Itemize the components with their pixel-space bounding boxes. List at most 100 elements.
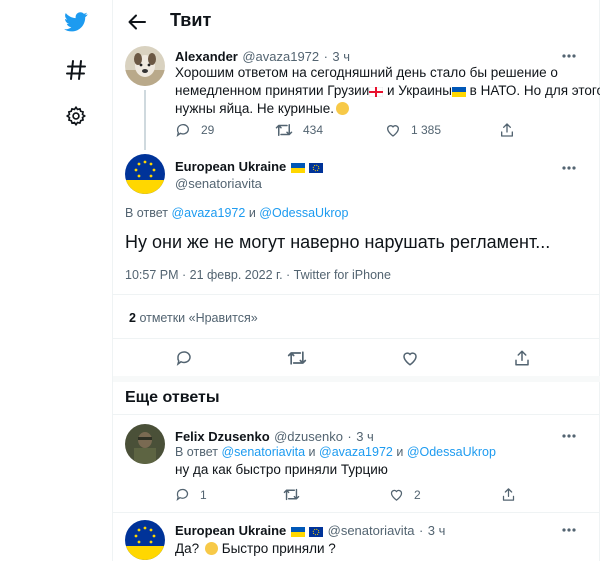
mention-link[interactable]: @avaza1972 [171,206,245,220]
monocle-face-emoji-icon [204,542,218,555]
mention-link[interactable]: @OdessaUkrop [407,445,496,459]
like-count: 2 [414,487,421,502]
eu-flag-icon [309,163,324,173]
thread-line [144,90,146,150]
tweet-text-part: нужны яйца. Не куриные. [175,101,335,116]
more-icon[interactable] [561,428,577,444]
tweet-text-part: Да? [175,541,200,556]
tweet-text: Да? Быстро приняли ? [175,540,336,558]
share-icon [501,123,513,137]
tweet-timestamp[interactable]: 10:57 PM · 21 февр. 2022 г. · Twitter fo… [125,268,391,282]
divider [113,294,600,295]
thinking-face-emoji-icon [336,102,350,115]
author-name[interactable]: Alexander [175,49,238,64]
retweet-button[interactable]: 434 [275,122,323,138]
divider [113,512,600,513]
share-icon [515,350,529,366]
reply-button[interactable] [175,349,193,367]
author-name[interactable]: Felix Dzusenko [175,429,270,444]
author-row: European Ukraine [175,158,324,176]
tweet-time[interactable]: 3 ч [332,49,350,64]
more-icon[interactable] [561,48,577,64]
retweet-button[interactable] [287,349,307,367]
reply-and: и [396,445,404,459]
divider [113,414,600,415]
author-handle[interactable]: @dzusenko [274,429,343,444]
mention-link[interactable]: @OdessaUkrop [259,206,348,220]
tweet-time[interactable]: 3 ч [356,429,374,444]
back-arrow-icon[interactable] [125,10,149,34]
tweet-text-line: Хорошим ответом на сегодняшний день стал… [175,65,558,80]
georgia-flag-icon [369,87,384,97]
divider [113,338,600,339]
ukraine-flag-icon [290,163,305,173]
reply-icon [176,124,189,137]
mention-link[interactable]: @avaza1972 [319,445,393,459]
retweet-icon [287,351,307,365]
tweet-text: Ну они же не могут наверно нарушать регл… [125,232,551,252]
avatar[interactable] [125,520,165,560]
avatar[interactable] [125,154,165,194]
retweet-icon [283,488,300,501]
like-button[interactable]: 1 385 [385,122,441,138]
mention-link[interactable]: @senatoriavita [221,445,305,459]
author-handle[interactable]: @avaza1972 [242,49,319,64]
like-button[interactable]: 2 [389,487,421,502]
page-title: Твит [170,10,212,30]
tweet-meta: European Ukraine @senatoriavita · 3 ч [175,523,446,538]
author-name[interactable]: European Ukraine [175,159,286,174]
reply-context: В ответ @avaza1972 и @OdessaUkrop [125,206,348,220]
reply-button[interactable]: 29 [175,122,214,138]
eu-flag-icon [309,527,324,537]
reply-button[interactable]: 1 [175,487,207,502]
reply-and: и [308,445,316,459]
header: Твит [113,0,600,42]
ukraine-flag-icon [290,527,305,537]
share-button[interactable] [513,349,531,367]
tweet-text-part: немедленном принятии Грузии [175,83,370,98]
avatar[interactable] [125,424,165,464]
like-icon [390,489,403,501]
share-icon [502,488,515,501]
like-count: 1 385 [411,123,442,137]
likes-label: отметки «Нравится» [139,311,258,325]
tweet-text-part: и Украины [387,83,452,98]
like-button[interactable] [401,349,419,367]
reply-context: В ответ @senatoriavita и @avaza1972 и @O… [175,445,496,459]
twitter-logo-icon[interactable] [62,8,90,36]
hashtag-icon[interactable] [62,56,90,84]
likes-count: 2 [129,311,136,325]
author-name[interactable]: European Ukraine [175,523,286,538]
tweet-text: Хорошим ответом на сегодняшний день стал… [175,64,600,118]
likes-summary[interactable]: 2 отметки «Нравится» [129,311,258,325]
more-icon[interactable] [561,522,577,538]
more-replies-title: Еще ответы [125,389,220,406]
tweet-text: ну да как быстро приняли Турцию [175,462,388,477]
retweet-icon [275,124,293,136]
retweet-count: 434 [303,123,324,137]
retweet-button[interactable] [283,487,300,502]
share-button[interactable] [501,487,516,502]
like-icon [403,352,417,366]
tweet-text-part: Быстро приняли ? [221,541,336,556]
tweet-text-part: в НАТО. Но для этого [469,83,600,98]
reply-icon [176,488,189,502]
reply-prefix: В ответ [125,206,168,220]
left-navigation [0,0,112,561]
share-button[interactable] [499,122,515,138]
author-handle[interactable]: @senatoriavita [175,176,262,191]
more-icon[interactable] [561,160,577,176]
main-column: Твит Alexander @avaza1972 · 3 ч Хорошим … [112,0,600,561]
tweet-time[interactable]: 3 ч [428,523,446,538]
avatar[interactable] [125,46,165,86]
reply-count: 29 [201,123,215,137]
reply-and: и [248,206,256,220]
author-handle[interactable]: @senatoriavita [328,523,415,538]
reply-icon [176,351,191,366]
like-icon [386,125,400,137]
section-divider [113,376,600,382]
reply-prefix: В ответ [175,445,218,459]
reply-count: 1 [200,487,207,502]
ukraine-flag-icon [451,87,466,97]
gear-icon[interactable] [62,102,90,130]
